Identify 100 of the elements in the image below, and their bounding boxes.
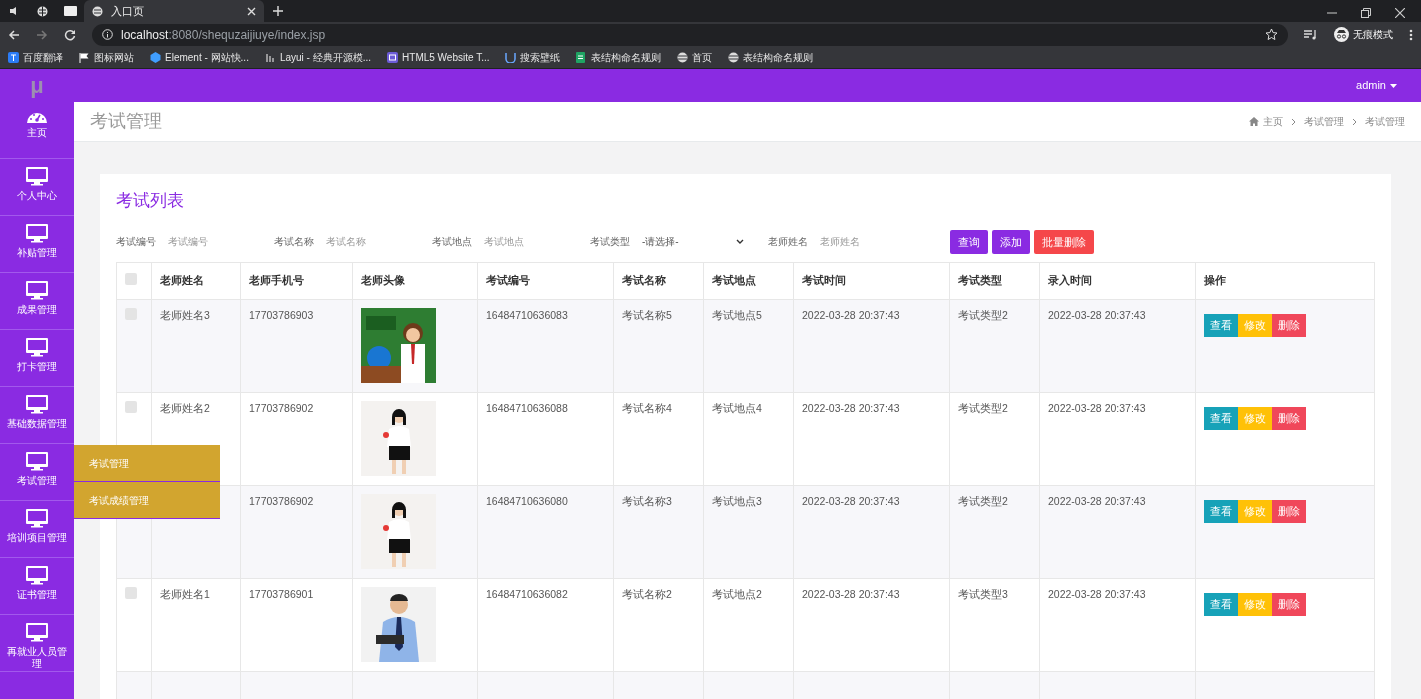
action-button[interactable]: 批量删除: [1034, 229, 1094, 255]
row-action-button[interactable]: 查看: [1204, 314, 1238, 337]
sidebar-item[interactable]: 培训项目管理: [0, 501, 74, 559]
playlist-icon[interactable]: [1304, 28, 1318, 41]
bookmark[interactable]: 百度翻译: [0, 50, 71, 66]
monitor-icon: [26, 338, 48, 358]
incognito-icon: [1334, 27, 1349, 43]
sidebar-item[interactable]: 再就业人员管理: [0, 615, 74, 673]
select-field[interactable]: -请选择-: [638, 234, 748, 250]
window-icon: [387, 52, 399, 64]
window-icon[interactable]: [63, 6, 77, 16]
sidebar-item[interactable]: 个人中心: [0, 159, 74, 217]
hexagon-icon: [150, 52, 161, 64]
filter-label: 考试类型: [590, 235, 630, 250]
row-action-button[interactable]: 查看: [1204, 593, 1238, 616]
bookmark[interactable]: 表结构命名规则: [720, 50, 822, 66]
table-cell: 2022-03-28 20:37:43: [802, 588, 900, 601]
address-bar[interactable]: localhost:8080/shequzaijiuye/index.jsp: [92, 23, 1288, 46]
column-header: 考试编号: [477, 262, 614, 300]
page-title: 考试管理: [90, 110, 162, 134]
row-action-button[interactable]: 查看: [1204, 500, 1238, 523]
table-cell: 考试地点5: [712, 309, 762, 322]
table-cell: 16484710636083: [486, 309, 568, 322]
table-cell: 16484710636088: [486, 402, 568, 415]
action-button[interactable]: 添加: [992, 229, 1030, 255]
checkbox[interactable]: [125, 272, 137, 285]
column-header: 录入时间: [1039, 262, 1196, 300]
table-cell: 16484710636082: [486, 588, 568, 601]
bookmark[interactable]: 搜索壁纸: [497, 50, 569, 66]
breadcrumb-link[interactable]: 考试管理: [1304, 114, 1344, 130]
table-cell: 老师姓名1: [160, 588, 210, 601]
monitor-icon: [26, 623, 48, 643]
bookmark[interactable]: HTML5 Website T...: [379, 50, 498, 66]
globe-icon[interactable]: [36, 5, 48, 17]
filter-label: 老师姓名: [768, 235, 808, 250]
globe-icon: [677, 52, 689, 64]
table-cell: 考试类型2: [958, 495, 1008, 508]
sidebar-item[interactable]: 打卡管理: [0, 330, 74, 388]
chevron-down-icon: [736, 239, 744, 245]
chevron-icon: [1352, 117, 1357, 126]
row-action-button[interactable]: 删除: [1272, 500, 1306, 523]
breadcrumb-link[interactable]: 主页: [1249, 114, 1283, 130]
cup-icon: [505, 52, 517, 64]
input-field[interactable]: 考试编号: [164, 232, 254, 252]
breadcrumb-link[interactable]: 考试管理: [1365, 114, 1405, 130]
bookmark[interactable]: Layui - 经典开源模...: [256, 50, 380, 66]
reload-icon[interactable]: [64, 28, 76, 41]
home-icon: [1249, 117, 1259, 127]
table-cell: 考试类型2: [958, 309, 1008, 322]
table-cell: 考试地点2: [712, 588, 762, 601]
user-menu[interactable]: admin: [1356, 77, 1421, 94]
sidebar-item[interactable]: 基础数据管理: [0, 387, 74, 445]
checkbox[interactable]: [125, 401, 137, 414]
table-cell: 考试地点3: [712, 495, 762, 508]
info-icon: [102, 29, 113, 41]
filter-label: 考试名称: [274, 235, 314, 250]
flag-icon: [79, 52, 90, 64]
restore-icon[interactable]: [1361, 8, 1371, 18]
column-header: 考试类型: [949, 262, 1040, 300]
row-action-button[interactable]: 删除: [1272, 593, 1306, 616]
monitor-icon: [26, 395, 48, 415]
forward-icon[interactable]: [36, 28, 48, 41]
table-cell: 17703786903: [249, 309, 314, 322]
input-field[interactable]: 老师姓名: [816, 232, 906, 252]
column-header: 操作: [1195, 262, 1375, 300]
bookmark[interactable]: 表结构命名规则: [568, 50, 670, 66]
row-action-button[interactable]: 删除: [1272, 407, 1306, 430]
bookmark[interactable]: 首页: [669, 50, 721, 66]
table-cell: 考试名称5: [622, 309, 672, 322]
checkbox[interactable]: [125, 587, 137, 600]
browser-tab[interactable]: 入口页: [84, 0, 264, 22]
column-header: 老师头像: [352, 262, 478, 300]
back-icon[interactable]: [8, 28, 20, 41]
star-icon[interactable]: [1265, 28, 1278, 42]
bookmark[interactable]: Element - 网站快...: [142, 50, 257, 66]
gauge-icon: [26, 110, 48, 124]
close-icon[interactable]: [1395, 8, 1405, 18]
table-cell: 2022-03-28 20:37:43: [1048, 309, 1146, 322]
sidebar-item[interactable]: 补贴管理: [0, 216, 74, 274]
sidebar-item[interactable]: 成果管理: [0, 273, 74, 331]
profile-button[interactable]: 无痕模式: [1334, 27, 1393, 43]
row-action-button[interactable]: 查看: [1204, 407, 1238, 430]
input-field[interactable]: 考试地点: [480, 232, 570, 252]
bookmark[interactable]: 图标网站: [71, 50, 142, 66]
logo: μ: [29, 72, 45, 101]
table-cell: 2022-03-28 20:37:43: [1048, 402, 1146, 415]
monitor-icon: [26, 224, 48, 244]
input-field[interactable]: 考试名称: [322, 232, 412, 252]
close-icon[interactable]: [247, 6, 256, 16]
sidebar-item[interactable]: 证书管理: [0, 558, 74, 616]
table-cell: 16484710636080: [486, 495, 568, 508]
row-action-button[interactable]: 删除: [1272, 314, 1306, 337]
sheet-icon: [576, 52, 588, 64]
more-icon[interactable]: [1409, 28, 1413, 41]
caret-icon: [1390, 83, 1397, 88]
action-button[interactable]: 查询: [950, 229, 988, 255]
speaker-icon[interactable]: [9, 6, 19, 16]
table-cell: 老师姓名3: [160, 309, 210, 322]
table-cell: 17703786902: [249, 495, 314, 508]
plus-icon[interactable]: [273, 6, 283, 16]
